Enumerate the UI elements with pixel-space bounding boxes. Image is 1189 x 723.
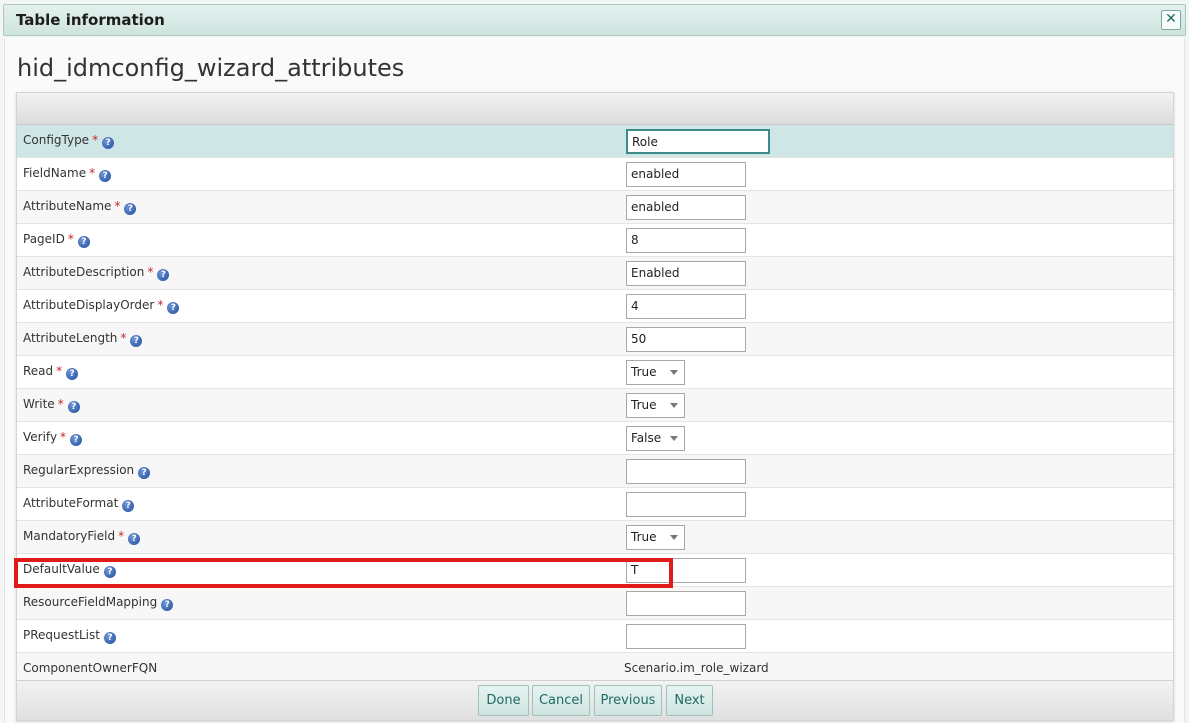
attributename-input[interactable]: enabled xyxy=(626,195,746,220)
help-icon[interactable]: ? xyxy=(138,467,151,479)
row-pageid: PageID *? 8 xyxy=(17,224,1173,257)
row-label: AttributeFormat? xyxy=(23,496,135,512)
close-icon[interactable]: ✕ xyxy=(1161,10,1181,30)
row-label: DefaultValue? xyxy=(23,562,116,578)
grid-header xyxy=(17,93,1173,125)
table-information-dialog: Table information ✕ hid_idmconfig_wizard… xyxy=(0,0,1189,723)
help-icon[interactable]: ? xyxy=(167,302,180,314)
chevron-down-icon xyxy=(670,370,678,375)
write-select[interactable]: True xyxy=(626,393,685,418)
row-label: PRequestList? xyxy=(23,628,116,644)
read-select[interactable]: True xyxy=(626,360,685,385)
next-button[interactable]: Next xyxy=(666,685,713,716)
row-label: ResourceFieldMapping? xyxy=(23,595,174,611)
help-icon[interactable]: ? xyxy=(124,203,137,215)
row-label: FieldName *? xyxy=(23,166,112,182)
attributedisplayorder-input[interactable]: 4 xyxy=(626,294,746,319)
attributedescription-input[interactable]: Enabled xyxy=(626,261,746,286)
fieldname-input[interactable]: enabled xyxy=(626,162,746,187)
required-marker: * xyxy=(67,232,74,246)
row-read: Read *? True xyxy=(17,356,1173,389)
row-label: AttributeDescription *? xyxy=(23,265,170,281)
row-attributename: AttributeName *? enabled xyxy=(17,191,1173,224)
row-verify: Verify *? False xyxy=(17,422,1173,455)
row-attributedescription: AttributeDescription *? Enabled xyxy=(17,257,1173,290)
chevron-down-icon xyxy=(670,436,678,441)
help-icon[interactable]: ? xyxy=(122,500,135,512)
help-icon[interactable]: ? xyxy=(66,368,79,380)
attributelength-input[interactable]: 50 xyxy=(626,327,746,352)
button-bar: Done Cancel Previous Next xyxy=(17,680,1173,720)
row-configtype: ConfigType *? Role xyxy=(17,125,1173,158)
done-button[interactable]: Done xyxy=(478,685,529,716)
configtype-input[interactable]: Role xyxy=(626,129,770,154)
help-icon[interactable]: ? xyxy=(103,632,116,644)
row-attributedisplayorder: AttributeDisplayOrder *? 4 xyxy=(17,290,1173,323)
required-marker: * xyxy=(114,199,121,213)
row-label: AttributeName *? xyxy=(23,199,137,215)
help-icon[interactable]: ? xyxy=(77,236,90,248)
attributes-form: ConfigType *? Role FieldName *? enabled At… xyxy=(16,92,1174,721)
row-label: Verify *? xyxy=(23,430,83,446)
row-label: AttributeDisplayOrder *? xyxy=(23,298,180,314)
help-icon[interactable]: ? xyxy=(67,401,80,413)
required-marker: * xyxy=(92,133,99,147)
row-label: PageID *? xyxy=(23,232,90,248)
row-label: Read *? xyxy=(23,364,79,380)
help-icon[interactable]: ? xyxy=(130,335,143,347)
required-marker: * xyxy=(89,166,96,180)
regularexpression-input[interactable] xyxy=(626,459,746,484)
row-attributelength: AttributeLength *? 50 xyxy=(17,323,1173,356)
help-icon[interactable]: ? xyxy=(103,566,116,578)
required-marker: * xyxy=(57,397,64,411)
row-label: ComponentOwnerFQN xyxy=(23,661,158,675)
required-marker: * xyxy=(56,364,63,378)
row-label: ConfigType *? xyxy=(23,133,115,149)
required-marker: * xyxy=(120,331,127,345)
pageid-input[interactable]: 8 xyxy=(626,228,746,253)
cancel-button[interactable]: Cancel xyxy=(532,685,590,716)
row-label: MandatoryField *? xyxy=(23,529,141,545)
help-icon[interactable]: ? xyxy=(161,599,174,611)
prequestlist-input[interactable] xyxy=(626,624,746,649)
previous-button[interactable]: Previous xyxy=(594,685,662,716)
row-label: Write *? xyxy=(23,397,80,413)
dialog-title: Table information xyxy=(16,11,165,29)
row-label: AttributeLength *? xyxy=(23,331,143,347)
row-regularexpression: RegularExpression? xyxy=(17,455,1173,488)
row-fieldname: FieldName *? enabled xyxy=(17,158,1173,191)
row-mandatoryfield: MandatoryField *? True xyxy=(17,521,1173,554)
componentownerfqn-value: Scenario.im_role_wizard xyxy=(624,661,769,675)
page-title: hid_idmconfig_wizard_attributes xyxy=(17,54,405,82)
defaultvalue-input[interactable]: T xyxy=(626,558,746,583)
attributeformat-input[interactable] xyxy=(626,492,746,517)
required-marker: * xyxy=(157,298,164,312)
help-icon[interactable]: ? xyxy=(128,533,141,545)
required-marker: * xyxy=(118,529,125,543)
resourcefieldmapping-input[interactable] xyxy=(626,591,746,616)
dialog-content: hid_idmconfig_wizard_attributes ConfigTy… xyxy=(4,38,1185,723)
chevron-down-icon xyxy=(670,403,678,408)
row-prequestlist: PRequestList? xyxy=(17,620,1173,653)
row-attributeformat: AttributeFormat? xyxy=(17,488,1173,521)
row-resourcefieldmapping: ResourceFieldMapping? xyxy=(17,587,1173,620)
row-write: Write *? True xyxy=(17,389,1173,422)
row-label: RegularExpression? xyxy=(23,463,151,479)
help-icon[interactable]: ? xyxy=(70,434,83,446)
help-icon[interactable]: ? xyxy=(99,170,112,182)
row-defaultvalue: DefaultValue? T xyxy=(17,554,1173,587)
dialog-titlebar: Table information ✕ xyxy=(3,4,1186,36)
help-icon[interactable]: ? xyxy=(157,269,170,281)
chevron-down-icon xyxy=(670,535,678,540)
required-marker: * xyxy=(60,430,67,444)
help-icon[interactable]: ? xyxy=(102,137,115,149)
verify-select[interactable]: False xyxy=(626,426,685,451)
mandatoryfield-select[interactable]: True xyxy=(626,525,685,550)
required-marker: * xyxy=(147,265,154,279)
